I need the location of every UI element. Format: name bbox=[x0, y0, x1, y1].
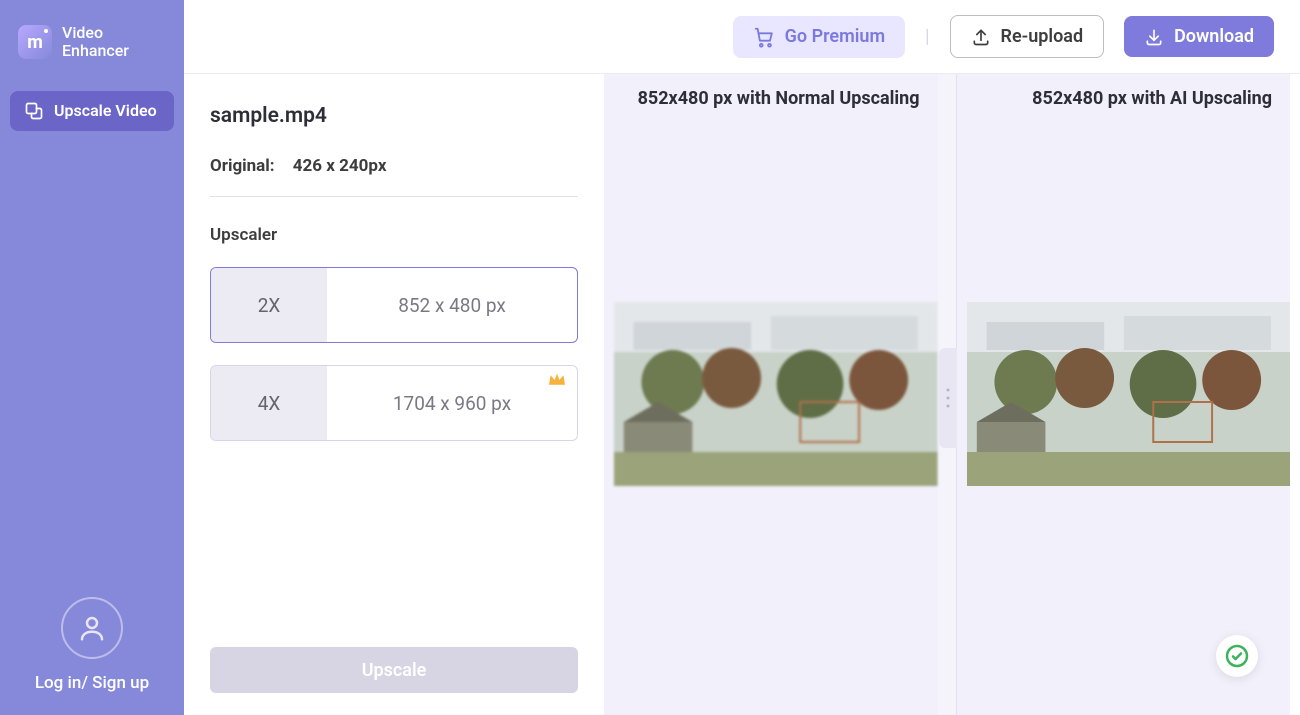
upscale-video-button[interactable]: Upscale Video bbox=[10, 91, 174, 131]
brand-logo-icon: m bbox=[18, 25, 52, 59]
original-value: 426 x 240px bbox=[293, 156, 387, 176]
upscale-factor: 2X bbox=[211, 268, 327, 342]
upscaler-section-label: Upscaler bbox=[210, 225, 578, 245]
go-premium-button[interactable]: Go Premium bbox=[733, 16, 905, 58]
preview-ai-image bbox=[967, 302, 1291, 486]
go-premium-label: Go Premium bbox=[785, 26, 885, 47]
preview-normal-title: 852x480 px with Normal Upscaling bbox=[638, 88, 920, 109]
status-success-icon bbox=[1216, 635, 1258, 677]
preview-normal-image bbox=[614, 302, 938, 486]
upscale-icon bbox=[24, 101, 44, 121]
preview-area: 852x480 px with Normal Upscaling 852x480 bbox=[604, 74, 1290, 715]
original-dimensions: Original: 426 x 240px bbox=[210, 156, 578, 197]
brand-title: Video Enhancer bbox=[62, 24, 129, 61]
reupload-button[interactable]: Re-upload bbox=[950, 15, 1105, 58]
upscale-video-label: Upscale Video bbox=[54, 101, 157, 120]
download-label: Download bbox=[1174, 26, 1254, 47]
topbar-divider: | bbox=[925, 26, 929, 47]
reupload-label: Re-upload bbox=[1001, 26, 1084, 47]
upscale-button[interactable]: Upscale bbox=[210, 647, 578, 693]
sidebar-footer: Log in/ Sign up bbox=[35, 597, 149, 693]
upscale-option-2x[interactable]: 2X 852 x 480 px bbox=[210, 267, 578, 343]
settings-panel: sample.mp4 Original: 426 x 240px Upscale… bbox=[184, 74, 604, 715]
sidebar: m Video Enhancer Upscale Video Log in/ S… bbox=[0, 0, 184, 715]
upscale-button-label: Upscale bbox=[362, 660, 427, 681]
upscale-resolution: 852 x 480 px bbox=[327, 268, 577, 342]
compare-drag-handle[interactable] bbox=[939, 348, 957, 448]
brand: m Video Enhancer bbox=[0, 0, 184, 91]
original-label: Original: bbox=[210, 156, 275, 176]
upscale-resolution: 1704 x 960 px bbox=[327, 366, 577, 440]
upscale-factor: 4X bbox=[211, 366, 327, 440]
topbar: Go Premium | Re-upload Download bbox=[184, 0, 1300, 74]
upload-icon bbox=[971, 27, 991, 47]
upscale-option-4x[interactable]: 4X 1704 x 960 px bbox=[210, 365, 578, 441]
download-button[interactable]: Download bbox=[1124, 16, 1274, 57]
cart-icon bbox=[753, 26, 775, 48]
preview-normal: 852x480 px with Normal Upscaling bbox=[604, 74, 938, 715]
download-icon bbox=[1144, 27, 1164, 47]
file-name: sample.mp4 bbox=[210, 104, 578, 128]
login-signup-link[interactable]: Log in/ Sign up bbox=[35, 673, 149, 693]
user-avatar-icon[interactable] bbox=[61, 597, 123, 659]
crown-icon bbox=[547, 372, 567, 388]
preview-ai: 852x480 px with AI Upscaling bbox=[956, 74, 1291, 715]
preview-ai-title: 852x480 px with AI Upscaling bbox=[1032, 88, 1272, 109]
